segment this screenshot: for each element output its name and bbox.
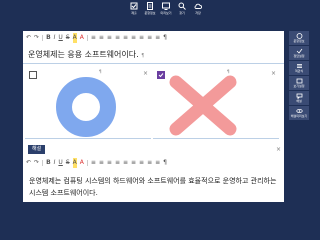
- item-info-button[interactable]: 문항정보: [143, 2, 157, 20]
- item-info-label: 문항정보: [144, 11, 156, 15]
- sidebar-item-label: 보기설정: [293, 84, 305, 88]
- italic-button[interactable]: I: [54, 158, 56, 168]
- option-2-checkbox[interactable]: [157, 71, 165, 79]
- save-button[interactable]: 저장: [191, 2, 205, 20]
- align-justify-button[interactable]: ≡: [115, 33, 120, 43]
- underline-button[interactable]: U: [58, 33, 62, 43]
- redo-button[interactable]: ↷: [34, 158, 39, 168]
- outdent-button[interactable]: ≡: [147, 33, 152, 43]
- font-color-button[interactable]: A: [80, 158, 84, 168]
- preview-button[interactable]: 미리보기: [159, 2, 173, 20]
- explanation-toolbar: ↶ ↷ B I U S A A ≡ ≡ ≡ ≡ ≡ ≡ ≡ ≡ ≡ ¶: [23, 158, 284, 168]
- align-center-button[interactable]: ≡: [99, 158, 104, 168]
- search-icon: [178, 2, 186, 10]
- toolbar-divider: [42, 35, 44, 41]
- outdent-button[interactable]: ≡: [147, 158, 152, 168]
- highlight-button[interactable]: A: [72, 158, 77, 168]
- question-toolbar: ↶ ↷ B I U S A A ≡ ≡ ≡ ≡ ≡ ≡ ≡ ≡ ≡ ¶: [23, 33, 284, 43]
- undo-button[interactable]: ↶: [26, 33, 31, 43]
- sidebar-item-multiple-choice[interactable]: 객관식: [289, 61, 309, 75]
- explanation-tag: 해설: [28, 145, 46, 154]
- sidebar-item-item-info[interactable]: 문항정보: [289, 31, 309, 45]
- indent-button[interactable]: ≡: [139, 33, 144, 43]
- bullet-list-button[interactable]: ≡: [123, 158, 128, 168]
- toolbar-divider: [86, 35, 88, 41]
- item-editor: ↶ ↷ B I U S A A ≡ ≡ ≡ ≡ ≡ ≡ ≡ ≡ ≡ ¶ 운영체제…: [23, 31, 284, 202]
- right-sidebar: 문항정보 정답설정 객관식 보기설정 해설 해설미리보기: [289, 31, 309, 121]
- align-center-button[interactable]: ≡: [99, 33, 104, 43]
- pilcrow-button[interactable]: ¶: [163, 158, 167, 168]
- find-button[interactable]: 찾기: [175, 2, 189, 20]
- sidebar-item-label: 해설: [296, 99, 302, 103]
- submit-icon: [130, 2, 138, 10]
- sidebar-item-label: 해설미리보기: [290, 114, 308, 118]
- number-list-button[interactable]: ≡: [131, 158, 136, 168]
- align-left-button[interactable]: ≡: [91, 158, 96, 168]
- explanation-delete-button[interactable]: ×: [276, 145, 281, 154]
- bold-button[interactable]: B: [46, 158, 51, 168]
- circle-shape: [56, 77, 116, 137]
- top-icon-group: 제출 문항정보 미리보기 찾기 저장: [127, 2, 205, 20]
- option-divider: [153, 138, 279, 139]
- monitor-icon: [162, 2, 170, 10]
- option-1[interactable]: ¶ ×: [25, 66, 151, 139]
- pilcrow-mark: ¶: [99, 69, 102, 74]
- ring: [56, 77, 116, 137]
- question-text-field[interactable]: 운영체제는 응용 소프트웨어이다. ¶: [28, 49, 144, 60]
- option-2[interactable]: ¶ ×: [153, 66, 279, 139]
- undo-button[interactable]: ↶: [26, 158, 31, 168]
- sidebar-item-explanation-preview[interactable]: 해설미리보기: [289, 106, 309, 120]
- document-icon: [147, 2, 153, 10]
- align-right-button[interactable]: ≡: [107, 33, 112, 43]
- explanation-text: 운영체제는 컴퓨팅 시스템의 하드웨어와 소프트웨어를 효율적으로 운영하고 관…: [29, 177, 277, 197]
- submit-label: 제출: [131, 11, 137, 15]
- checkmark-icon: [158, 73, 164, 78]
- sidebar-item-label: 정답설정: [293, 54, 305, 58]
- line-spacing-button[interactable]: ≡: [155, 158, 160, 168]
- question-text: 운영체제는 응용 소프트웨어이다.: [28, 50, 139, 59]
- bold-button[interactable]: B: [46, 33, 51, 43]
- line-spacing-button[interactable]: ≡: [155, 33, 160, 43]
- sidebar-item-label: 문항정보: [293, 39, 305, 43]
- toolbar-divider: [42, 160, 44, 166]
- strikethrough-button[interactable]: S: [66, 158, 70, 168]
- italic-button[interactable]: I: [54, 33, 56, 43]
- font-color-button[interactable]: A: [80, 33, 84, 43]
- find-label: 찾기: [179, 11, 185, 15]
- top-toolbar: 제출 문항정보 미리보기 찾기 저장: [0, 0, 317, 22]
- toolbar-divider: [86, 160, 88, 166]
- sidebar-item-label: 객관식: [294, 69, 304, 73]
- explanation-text-field[interactable]: 운영체제는 컴퓨팅 시스템의 하드웨어와 소프트웨어를 효율적으로 운영하고 관…: [29, 175, 281, 199]
- question-divider: [23, 63, 284, 64]
- align-left-button[interactable]: ≡: [91, 33, 96, 43]
- align-right-button[interactable]: ≡: [107, 158, 112, 168]
- preview-label: 미리보기: [160, 11, 172, 15]
- save-label: 저장: [195, 11, 201, 15]
- option-1-checkbox[interactable]: [29, 71, 37, 79]
- underline-button[interactable]: U: [58, 158, 62, 168]
- highlight-button[interactable]: A: [72, 33, 77, 43]
- indent-button[interactable]: ≡: [139, 158, 144, 168]
- align-justify-button[interactable]: ≡: [115, 158, 120, 168]
- cloud-icon: [194, 3, 202, 9]
- option-divider: [25, 138, 151, 139]
- submit-button[interactable]: 제출: [127, 2, 141, 20]
- option-1-delete-button[interactable]: ×: [143, 70, 148, 78]
- number-list-button[interactable]: ≡: [131, 33, 136, 43]
- cross-shape: [169, 75, 237, 136]
- option-2-delete-button[interactable]: ×: [271, 70, 276, 78]
- pilcrow-mark: ¶: [141, 53, 145, 59]
- explanation-header: 해설 ×: [23, 145, 284, 154]
- sidebar-item-options[interactable]: 보기설정: [289, 76, 309, 90]
- sidebar-item-explanation[interactable]: 해설: [289, 91, 309, 105]
- redo-button[interactable]: ↷: [34, 33, 39, 43]
- bullet-list-button[interactable]: ≡: [123, 33, 128, 43]
- pilcrow-button[interactable]: ¶: [163, 33, 167, 43]
- sidebar-item-answer[interactable]: 정답설정: [289, 46, 309, 60]
- strikethrough-button[interactable]: S: [66, 33, 70, 43]
